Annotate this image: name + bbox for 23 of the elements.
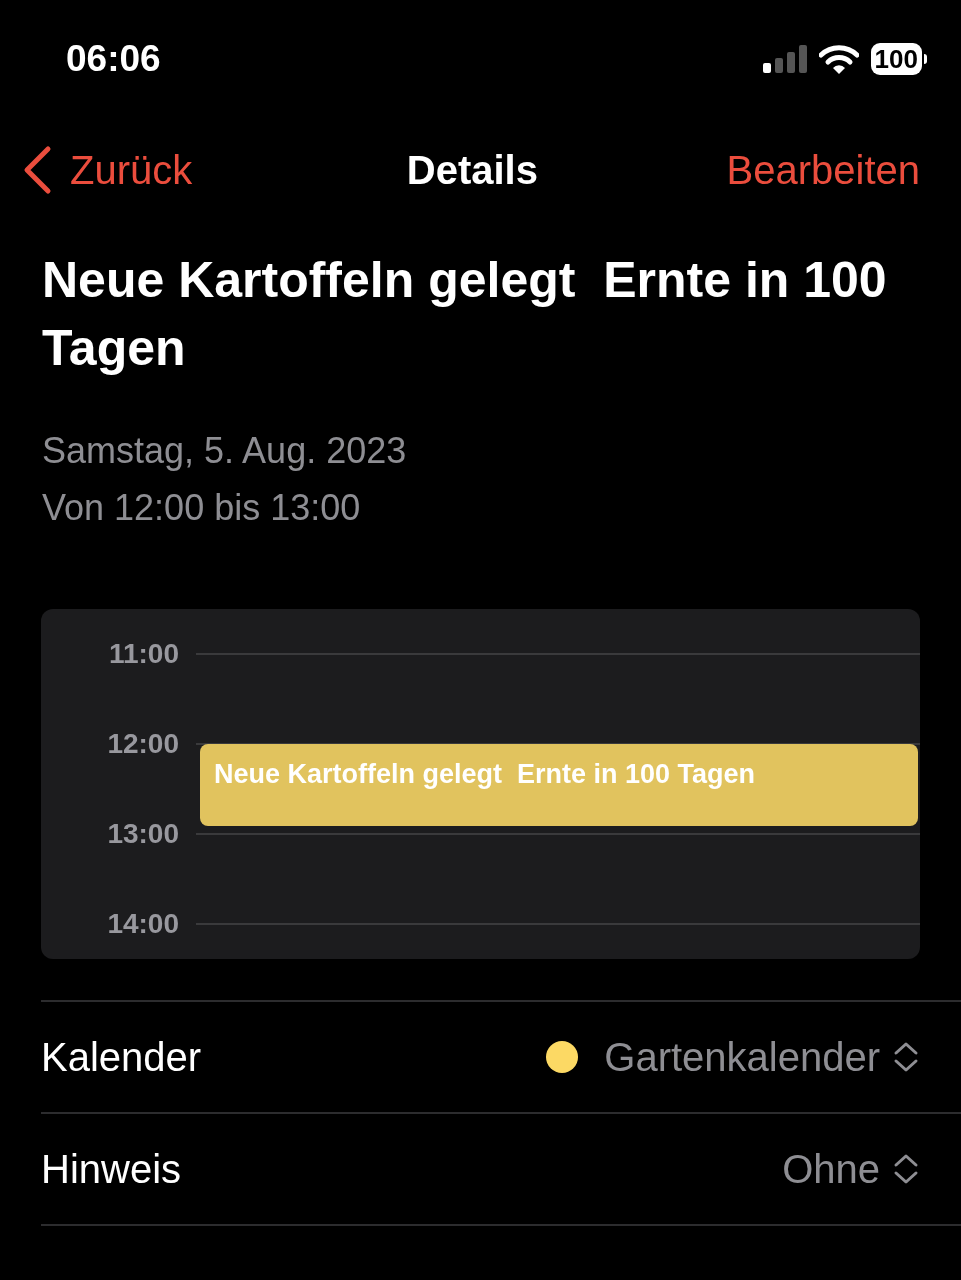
edit-button[interactable]: Bearbeiten bbox=[726, 140, 920, 200]
hour-label: 13:00 bbox=[106, 817, 179, 851]
row-label: Hinweis bbox=[41, 1146, 182, 1193]
hour-label: 14:00 bbox=[106, 907, 179, 941]
updown-chevron-icon bbox=[892, 1152, 920, 1186]
battery-tip-icon bbox=[924, 54, 927, 64]
wifi-icon bbox=[818, 44, 859, 74]
row-value: Gartenkalender bbox=[604, 1034, 880, 1081]
battery-level: 100 bbox=[870, 43, 922, 75]
back-chevron-icon bbox=[22, 145, 52, 195]
row-label: Kalender bbox=[41, 1034, 202, 1081]
page-title: Details bbox=[406, 147, 538, 194]
status-time: 06:06 bbox=[66, 37, 161, 82]
signal-icon bbox=[762, 45, 807, 73]
back-button[interactable]: Zurück bbox=[22, 140, 193, 200]
row-value: Ohne bbox=[782, 1146, 880, 1193]
event-date: Samstag, 5. Aug. 2023 bbox=[42, 429, 408, 473]
hour-label: 12:00 bbox=[106, 727, 179, 761]
hour-label: 11:00 bbox=[107, 637, 179, 671]
updown-chevron-icon bbox=[892, 1040, 920, 1074]
event-time: Von 12:00 bis 13:00 bbox=[42, 486, 362, 530]
detail-row[interactable]: Kalender Gartenkalender bbox=[41, 1000, 961, 1112]
event-title: Neue Kartoffeln gelegt Ernte in 100 Tagen bbox=[42, 251, 888, 378]
